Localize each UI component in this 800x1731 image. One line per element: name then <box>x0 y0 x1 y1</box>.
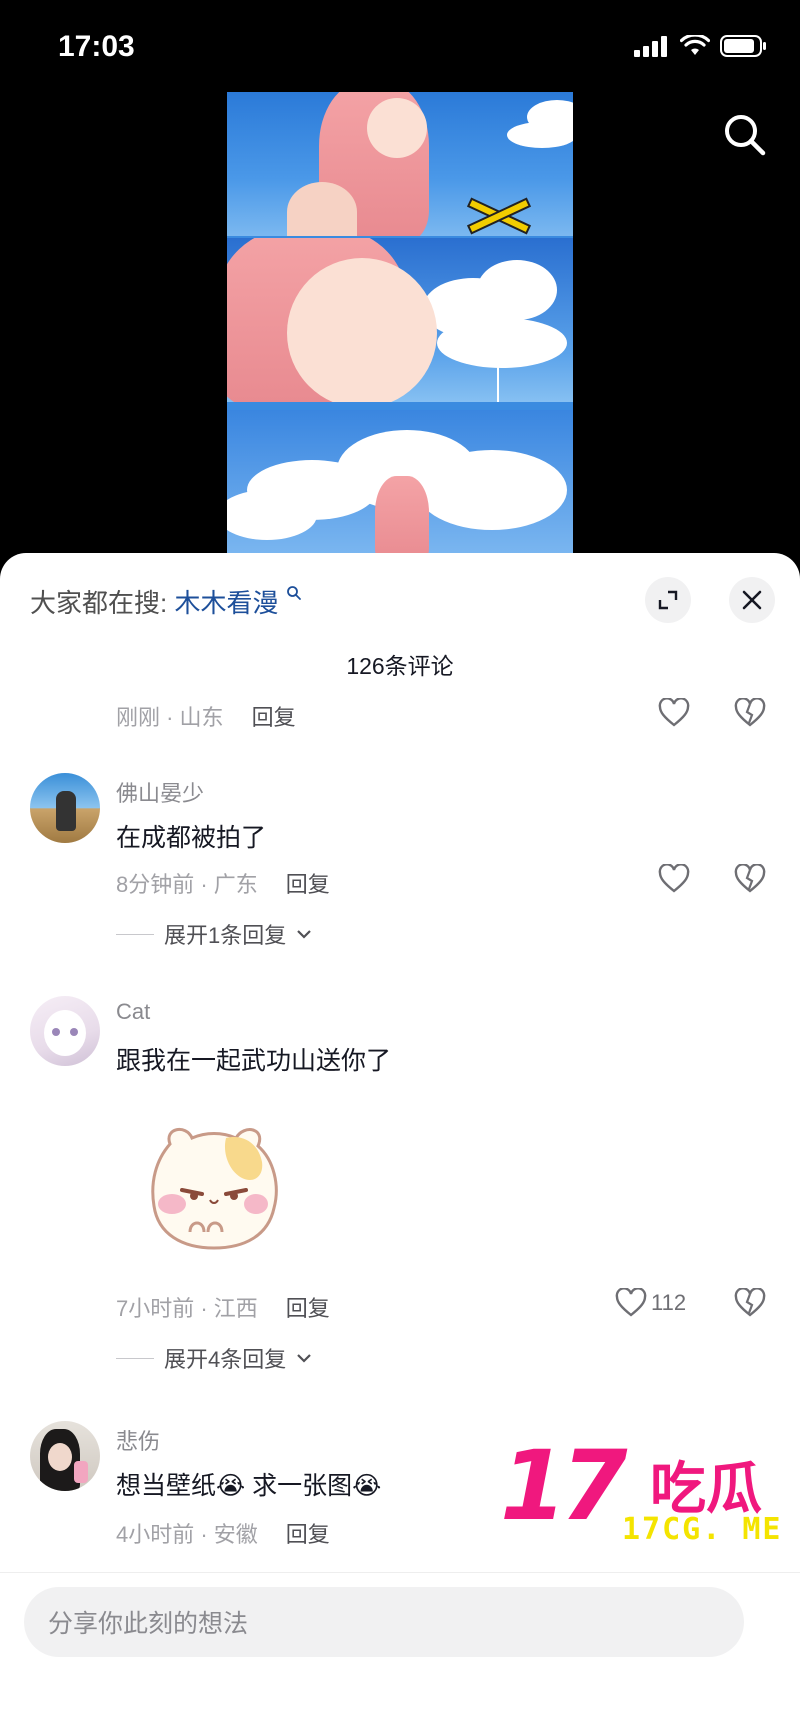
chevron-down-icon <box>297 930 312 939</box>
comment-text: 跟我在一起武功山送你了 <box>116 1047 392 1075</box>
trending-search[interactable]: 大家都在搜: 木木看漫 <box>30 583 302 620</box>
watermark-logo: 17 吃瓜 17CG. ME <box>500 1430 800 1550</box>
dislike-icon[interactable] <box>734 864 766 894</box>
like-icon[interactable] <box>658 698 690 728</box>
chevron-down-icon <box>297 1354 312 1363</box>
comment-text: 想当壁纸😭 求一张图😭 <box>116 1472 382 1500</box>
avatar[interactable] <box>30 773 100 843</box>
expand-replies-button[interactable]: 展开4条回复 <box>116 1342 312 1374</box>
video-panel-2 <box>227 238 573 402</box>
status-bar: 17:03 <box>0 0 800 92</box>
comment-time-location: 7小时前 · 江西 <box>116 1296 258 1321</box>
comment-time-location: 4小时前 · 安徽 <box>116 1522 258 1547</box>
close-icon <box>742 590 762 610</box>
like-icon <box>615 1288 647 1317</box>
avatar[interactable] <box>30 996 100 1066</box>
status-icons <box>634 34 768 58</box>
like-count: 112 <box>651 1290 687 1315</box>
comment-time-location: 刚刚 · 山东 <box>116 705 224 730</box>
trending-prefix: 大家都在搜: <box>30 588 168 618</box>
like-button[interactable]: 112 <box>615 1288 686 1318</box>
dislike-icon[interactable] <box>734 1288 766 1318</box>
divider-line <box>116 933 154 935</box>
watermark-url: 17CG. ME <box>622 1512 783 1547</box>
comment-text: 在成都被拍了 <box>116 824 267 852</box>
comment-count: 126条评论 <box>346 653 454 679</box>
reply-button[interactable]: 回复 <box>252 705 296 730</box>
comment-input-bar: 分享你此刻的想法 <box>0 1572 800 1731</box>
comment-input[interactable]: 分享你此刻的想法 <box>24 1587 744 1657</box>
comment-meta: 4小时前 · 安徽 回复 <box>116 1517 330 1549</box>
comment-author[interactable]: 佛山晏少 <box>116 776 204 808</box>
sticker-image[interactable] <box>146 1124 282 1254</box>
signal-icon <box>634 36 667 57</box>
reply-button[interactable]: 回复 <box>286 872 330 897</box>
expand-replies-label: 展开4条回复 <box>164 1347 287 1372</box>
video-panel-1 <box>227 92 573 236</box>
close-button[interactable] <box>729 577 775 623</box>
dislike-icon[interactable] <box>734 698 766 728</box>
video-frame[interactable] <box>227 92 573 554</box>
comment-author[interactable]: 悲伤 <box>116 1424 160 1456</box>
expand-icon <box>658 590 678 610</box>
comment-meta: 8分钟前 · 广东 回复 <box>116 867 330 899</box>
wifi-icon <box>680 35 710 55</box>
like-icon[interactable] <box>658 864 690 894</box>
search-small-icon <box>286 586 301 600</box>
divider-line <box>116 1357 154 1359</box>
reply-button[interactable]: 回复 <box>286 1296 330 1321</box>
watermark-number: 17 <box>500 1430 628 1542</box>
expand-replies-button[interactable]: 展开1条回复 <box>116 918 312 950</box>
comment-author[interactable]: Cat <box>116 999 150 1025</box>
trending-keyword[interactable]: 木木看漫 <box>174 588 278 618</box>
partial-comment-meta: 刚刚 · 山东 回复 <box>116 700 296 732</box>
comment-time-location: 8分钟前 · 广东 <box>116 872 258 897</box>
avatar[interactable] <box>30 1421 100 1491</box>
battery-icon <box>720 35 766 57</box>
expand-button[interactable] <box>645 577 691 623</box>
search-icon[interactable] <box>720 110 770 160</box>
status-time: 17:03 <box>58 30 135 63</box>
video-panel-3 <box>227 410 573 554</box>
comment-meta: 7小时前 · 江西 回复 <box>116 1291 330 1323</box>
expand-replies-label: 展开1条回复 <box>164 923 287 948</box>
reply-button[interactable]: 回复 <box>286 1522 330 1547</box>
